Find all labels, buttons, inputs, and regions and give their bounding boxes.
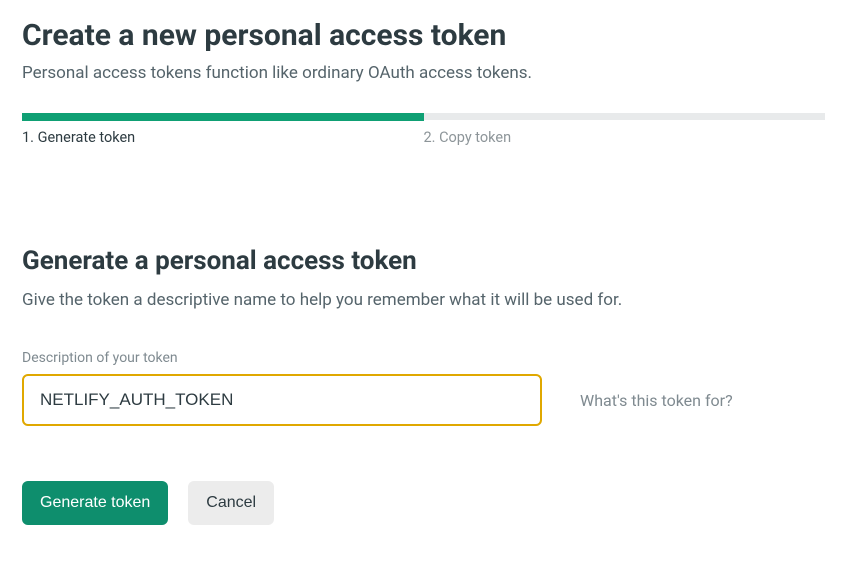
step-label: 2. Copy token [424, 129, 826, 146]
section-title: Generate a personal access token [22, 246, 825, 276]
step-generate-token: 1. Generate token [22, 113, 424, 146]
page-subtitle: Personal access tokens function like ord… [22, 63, 825, 83]
step-copy-token: 2. Copy token [424, 113, 826, 146]
cancel-button[interactable]: Cancel [188, 481, 274, 525]
token-description-hint: What's this token for? [580, 391, 733, 410]
token-description-label: Description of your token [22, 350, 825, 366]
token-description-row: What's this token for? [22, 374, 825, 426]
form-actions: Generate token Cancel [22, 481, 825, 525]
step-label: 1. Generate token [22, 129, 424, 146]
page-title: Create a new personal access token [22, 18, 825, 53]
generate-token-button[interactable]: Generate token [22, 481, 168, 525]
section-description: Give the token a descriptive name to hel… [22, 290, 825, 310]
token-description-input[interactable] [22, 374, 542, 426]
progress-steps: 1. Generate token 2. Copy token [22, 113, 825, 146]
